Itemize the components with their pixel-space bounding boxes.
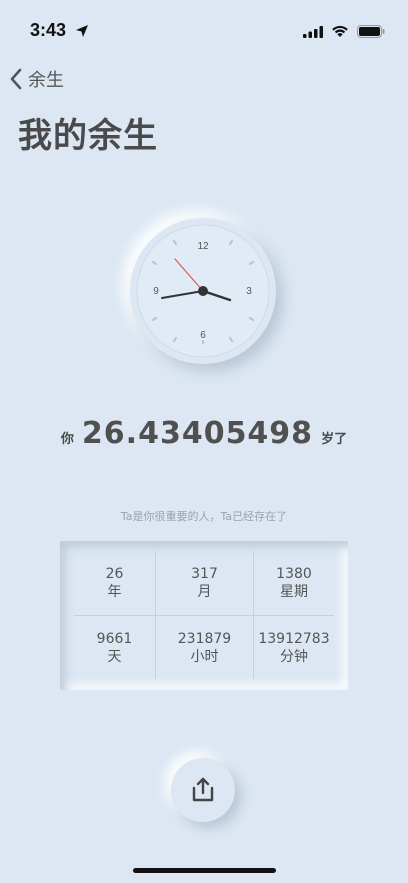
stat-years: 26 年: [74, 551, 155, 615]
status-time: 3:43: [30, 20, 67, 40]
clock-number-9: 9: [153, 286, 159, 297]
clock-center: [198, 286, 208, 296]
stat-minutes: 13912783 分钟: [254, 616, 334, 680]
stat-unit: 星期: [280, 584, 308, 600]
age-display: 你 26.43405498 岁了: [0, 416, 408, 451]
stat-value: 13912783: [258, 631, 330, 647]
home-indicator[interactable]: [133, 868, 276, 873]
stat-value: 317: [191, 566, 218, 582]
stat-unit: 月: [197, 584, 212, 600]
clock-number-12: 12: [197, 241, 209, 252]
stat-hours: 231879 小时: [156, 616, 253, 680]
age-value: 26.43405498: [81, 416, 314, 451]
stat-value: 9661: [96, 631, 133, 647]
share-icon: [192, 777, 214, 802]
back-button[interactable]: 余生: [8, 66, 64, 92]
page-title: 我的余生: [18, 116, 158, 156]
stats-card: 26 年 317 月 1380 星期 9661 天 231879 小时 1391…: [60, 541, 348, 690]
stat-value: 231879: [177, 631, 232, 647]
stat-unit: 年: [107, 584, 122, 600]
stat-weeks: 1380 星期: [254, 551, 334, 615]
chevron-left-icon: [10, 68, 22, 90]
stat-unit: 天: [107, 649, 122, 665]
stat-days: 9661 天: [74, 616, 155, 680]
caption-text: Ta是你很重要的人，Ta已经存在了: [120, 510, 288, 523]
clock-number-3: 3: [246, 286, 252, 297]
stat-months: 317 月: [156, 551, 253, 615]
stat-value: 1380: [276, 566, 312, 582]
back-label: 余生: [28, 70, 64, 91]
analog-clock: 12 3 6 9: [130, 218, 276, 364]
age-prefix: 你: [60, 432, 74, 447]
share-button[interactable]: [171, 758, 235, 822]
battery-icon: [357, 25, 385, 38]
stat-value: 26: [105, 566, 124, 582]
location-arrow-icon: [76, 25, 88, 37]
stat-unit: 分钟: [280, 649, 308, 665]
clock-number-6: 6: [200, 330, 206, 341]
status-bar: 3:43: [0, 0, 408, 60]
age-suffix: 岁了: [321, 432, 348, 447]
stats-grid: 26 年 317 月 1380 星期 9661 天 231879 小时 1391…: [74, 551, 334, 679]
wifi-icon: [332, 25, 348, 37]
stat-unit: 小时: [190, 649, 219, 665]
cellular-signal-icon: [303, 26, 323, 38]
